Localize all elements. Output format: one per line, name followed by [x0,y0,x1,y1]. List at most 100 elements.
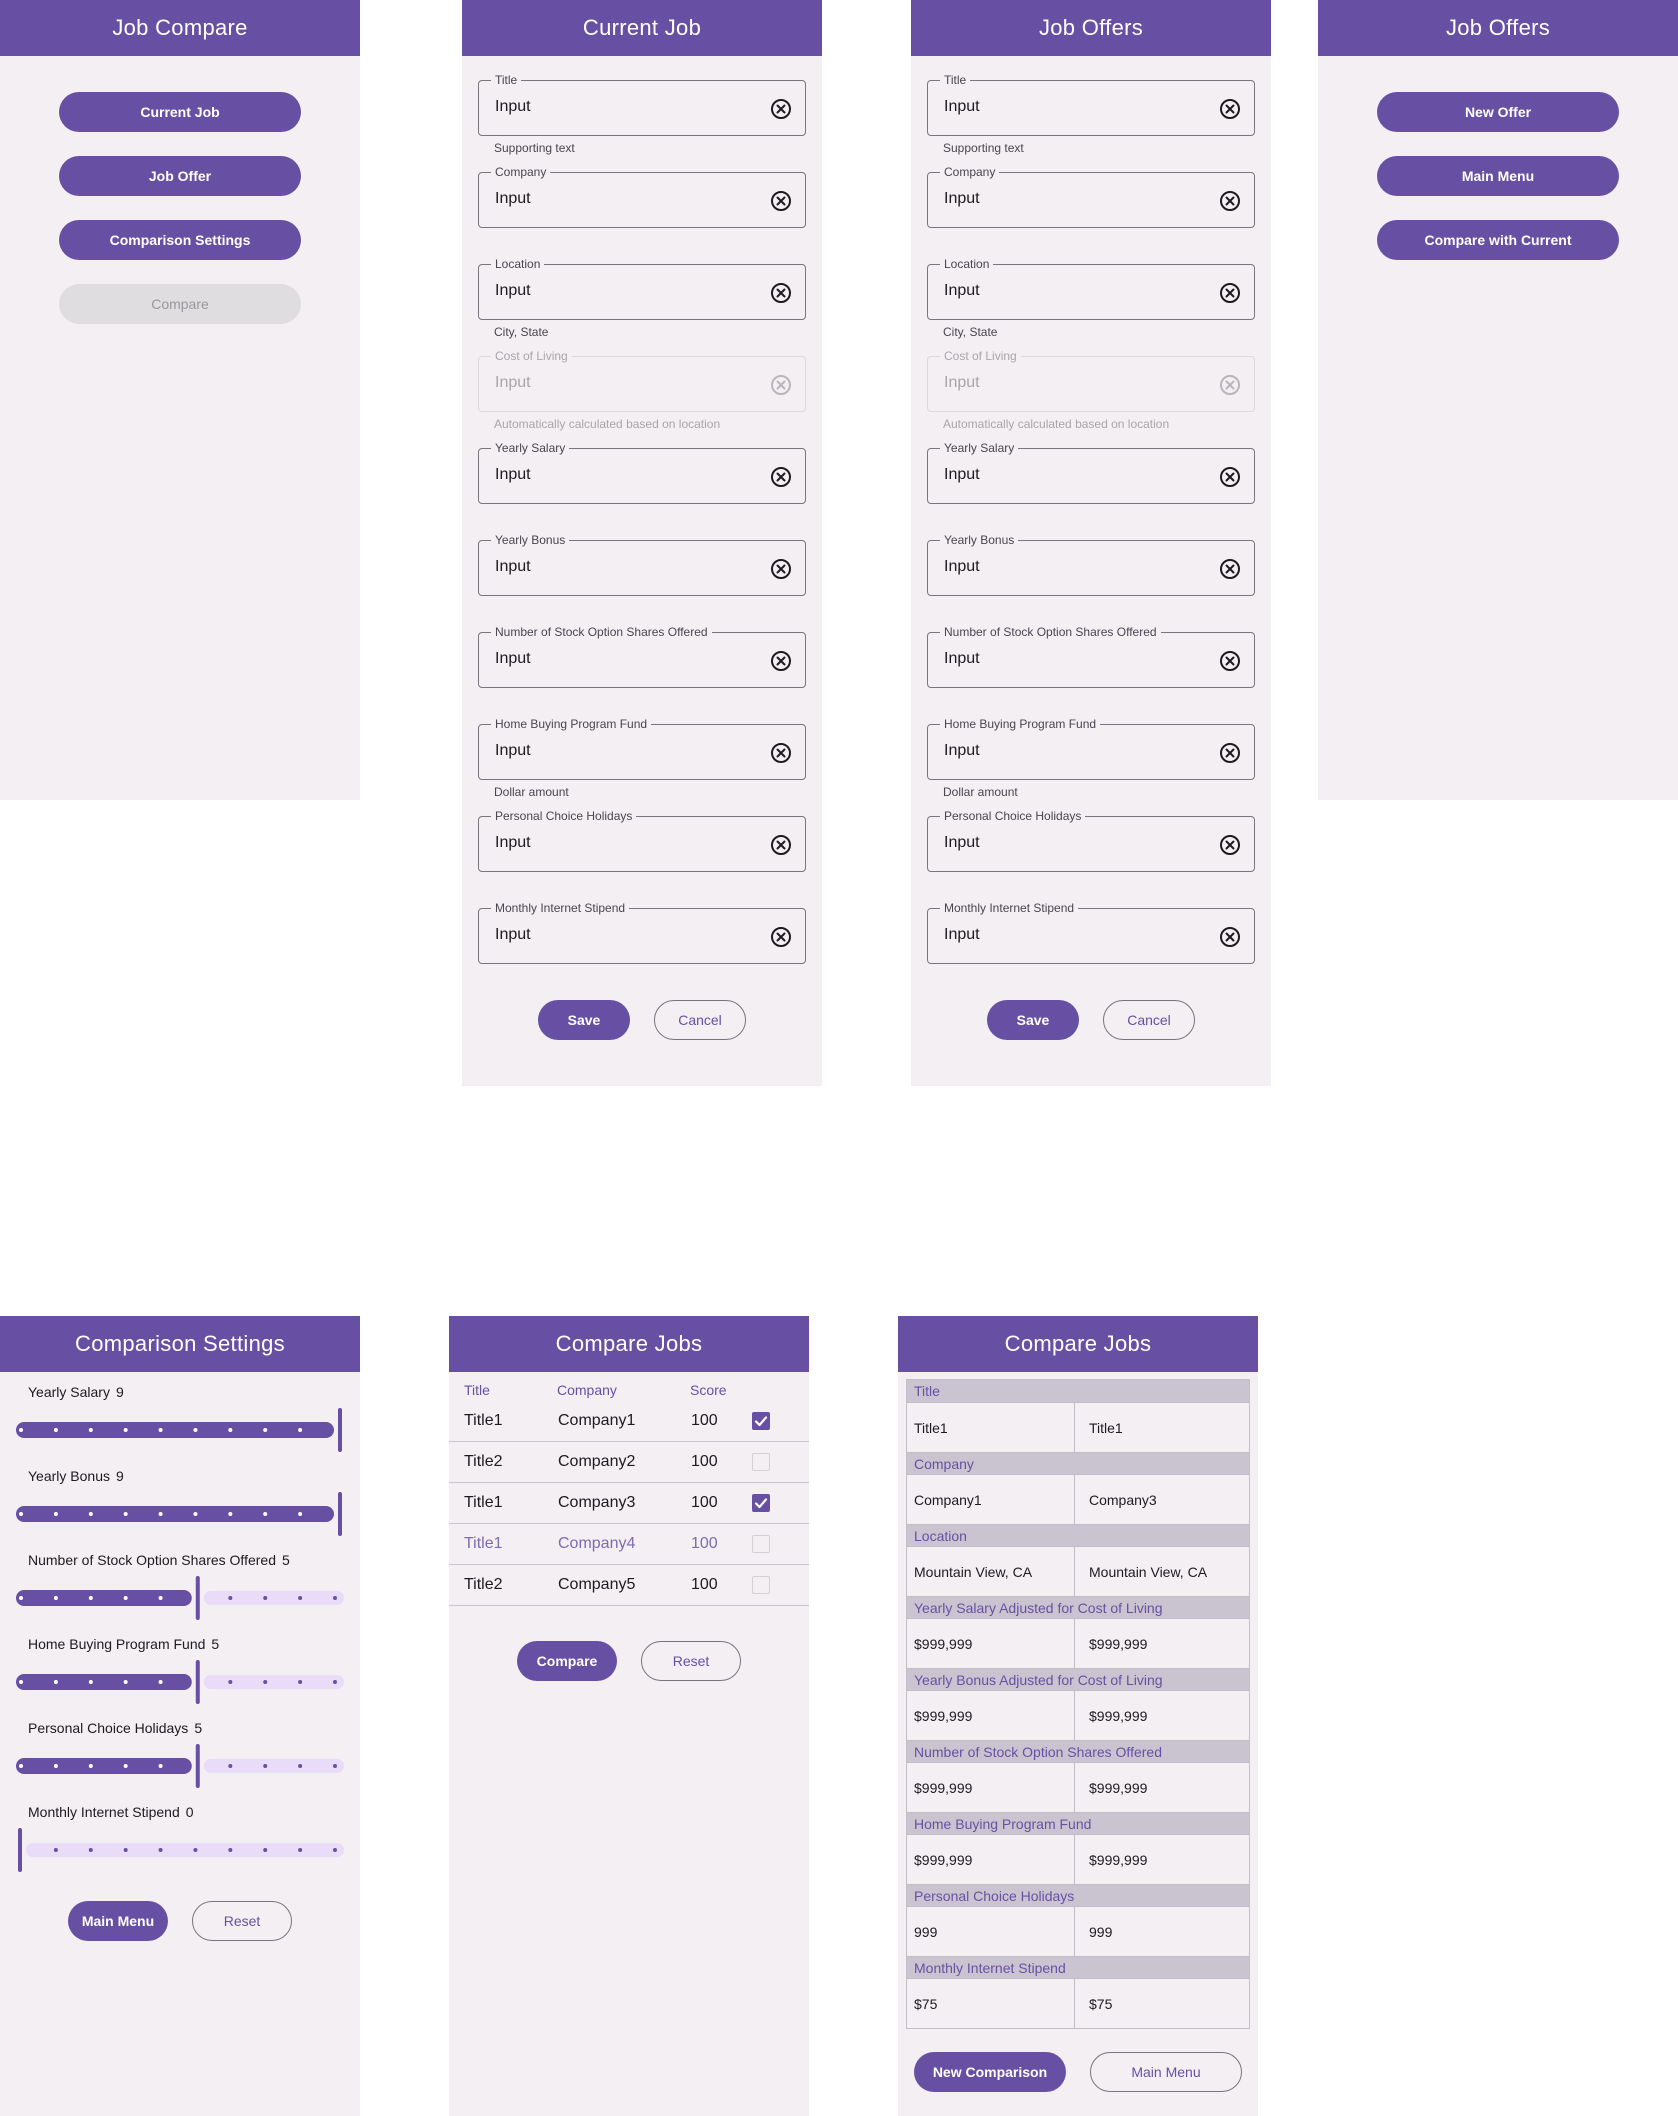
company-field[interactable]: Company Input [478,164,806,228]
field-input-value[interactable]: Input [495,650,531,668]
current-job-button[interactable]: Current Job [59,92,301,132]
circle-x-icon[interactable] [1218,741,1242,765]
slider-handle[interactable] [195,1660,200,1704]
table-row[interactable]: Title1 Company1 100 [449,1401,809,1442]
personal-choice-holidays-field[interactable]: Personal Choice Holidays Input [478,808,806,872]
yearly-salary-field[interactable]: Yearly Salary Input [478,440,806,504]
yearly-salary-field[interactable]: Yearly Salary Input [927,440,1255,504]
field-input-value[interactable]: Input [495,98,531,116]
checkbox-icon[interactable] [752,1535,770,1553]
field-label: Personal Choice Holidays [940,808,1086,824]
compare-button[interactable]: Compare [59,284,301,324]
field-input-value[interactable]: Input [495,926,531,944]
personal-choice-holidays-slider[interactable] [16,1744,344,1788]
circle-x-icon[interactable] [1218,97,1242,121]
home-buying-program-fund-field[interactable]: Home Buying Program Fund Input [927,716,1255,780]
field-input-value[interactable]: Input [944,926,980,944]
field-input-value[interactable]: Input [944,650,980,668]
field-input-value[interactable]: Input [495,282,531,300]
circle-x-icon[interactable] [769,465,793,489]
field-input-value[interactable]: Input [495,558,531,576]
slider-handle[interactable] [338,1408,342,1452]
table-row[interactable]: Title1 Company4 100 [449,1524,809,1565]
field-input-value[interactable]: Input [944,834,980,852]
circle-x-icon[interactable] [1218,189,1242,213]
field-input-value[interactable]: Input [495,834,531,852]
yearly-bonus-field[interactable]: Yearly Bonus Input [927,532,1255,596]
field-input-value[interactable]: Input [944,98,980,116]
circle-x-icon[interactable] [769,833,793,857]
circle-x-icon[interactable] [769,741,793,765]
yearly-salary-slider[interactable] [16,1408,344,1452]
field-input-value[interactable]: Input [944,190,980,208]
checkbox-checked-icon[interactable] [752,1412,770,1430]
circle-x-icon[interactable] [769,97,793,121]
monthly-internet-stipend-slider[interactable] [16,1828,344,1872]
table-row[interactable]: Title2 Company5 100 [449,1565,809,1606]
field-input-value[interactable]: Input [944,558,980,576]
monthly-internet-stipend-field[interactable]: Monthly Internet Stipend Input [927,900,1255,964]
field-input-value[interactable]: Input [944,466,980,484]
circle-x-icon[interactable] [1218,373,1242,397]
location-field[interactable]: Location Input [927,256,1255,320]
field-input-value[interactable]: Input [944,282,980,300]
yearly-bonus-field[interactable]: Yearly Bonus Input [478,532,806,596]
field-input-value[interactable]: Input [495,190,531,208]
slider-handle[interactable] [338,1492,342,1536]
save-button[interactable]: Save [538,1000,630,1040]
table-row[interactable]: Title2 Company2 100 [449,1442,809,1483]
number-of-stock-option-shares-offered-slider[interactable] [16,1576,344,1620]
circle-x-icon[interactable] [769,925,793,949]
save-button[interactable]: Save [987,1000,1079,1040]
circle-x-icon[interactable] [769,373,793,397]
checkbox-icon[interactable] [752,1453,770,1471]
home-buying-program-fund-slider[interactable] [16,1660,344,1704]
number-of-stock-option-shares-offered-field[interactable]: Number of Stock Option Shares Offered Inp… [478,624,806,688]
main-menu-button[interactable]: Main Menu [68,1901,168,1941]
circle-x-icon[interactable] [1218,649,1242,673]
comparison-settings-button[interactable]: Comparison Settings [59,220,301,260]
slider-handle[interactable] [18,1828,22,1872]
field-input-value[interactable]: Input [495,742,531,760]
monthly-internet-stipend-field[interactable]: Monthly Internet Stipend Input [478,900,806,964]
row-title: Title2 [464,1576,503,1593]
title-field[interactable]: Title Input [927,72,1255,136]
circle-x-icon[interactable] [769,557,793,581]
job-offer-button[interactable]: Job Offer [59,156,301,196]
main-menu-button[interactable]: Main Menu [1377,156,1619,196]
cancel-button[interactable]: Cancel [654,1000,746,1040]
section-header: Title [907,1380,1249,1402]
row-title: Title2 [464,1453,503,1470]
circle-x-icon[interactable] [1218,557,1242,581]
reset-button[interactable]: Reset [192,1901,292,1941]
checkbox-checked-icon[interactable] [752,1494,770,1512]
table-row[interactable]: Title1 Company3 100 [449,1483,809,1524]
compare-button[interactable]: Compare [517,1641,617,1681]
yearly-bonus-slider[interactable] [16,1492,344,1536]
circle-x-icon[interactable] [769,189,793,213]
circle-x-icon[interactable] [769,281,793,305]
circle-x-icon[interactable] [1218,465,1242,489]
main-menu-button[interactable]: Main Menu [1090,2052,1242,2092]
number-of-stock-option-shares-offered-field[interactable]: Number of Stock Option Shares Offered Inp… [927,624,1255,688]
circle-x-icon[interactable] [1218,925,1242,949]
field-input-value[interactable]: Input [944,742,980,760]
home-buying-program-fund-field[interactable]: Home Buying Program Fund Input [478,716,806,780]
compare-with-current-button[interactable]: Compare with Current [1377,220,1619,260]
slider-handle[interactable] [195,1576,200,1620]
company-field[interactable]: Company Input [927,164,1255,228]
field-input-value[interactable]: Input [495,466,531,484]
checkbox-icon[interactable] [752,1576,770,1594]
slider-handle[interactable] [195,1744,200,1788]
title-field[interactable]: Title Input [478,72,806,136]
cancel-button[interactable]: Cancel [1103,1000,1195,1040]
reset-button[interactable]: Reset [641,1641,741,1681]
circle-x-icon[interactable] [1218,833,1242,857]
personal-choice-holidays-field[interactable]: Personal Choice Holidays Input [927,808,1255,872]
location-field[interactable]: Location Input [478,256,806,320]
slider-tick [263,1512,268,1516]
new-comparison-button[interactable]: New Comparison [914,2052,1066,2092]
new-offer-button[interactable]: New Offer [1377,92,1619,132]
circle-x-icon[interactable] [1218,281,1242,305]
circle-x-icon[interactable] [769,649,793,673]
